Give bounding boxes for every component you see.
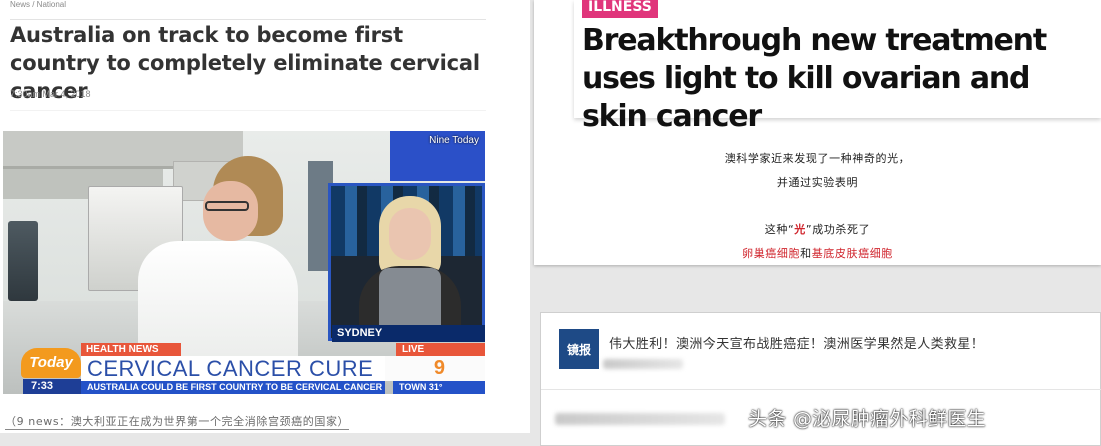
news-anchor-inset xyxy=(328,183,485,341)
location-tag: SYDNEY xyxy=(332,325,485,342)
light-treatment-card: ILLNESS Breakthrough new treatment uses … xyxy=(534,0,1101,265)
blurred-text xyxy=(555,413,725,425)
today-logo: Today xyxy=(21,348,81,378)
treatment-headline[interactable]: Breakthrough new treatment uses light to… xyxy=(582,22,1092,136)
lab-bottle xyxy=(8,221,38,301)
cn-text: ”成功杀死了 xyxy=(805,223,871,236)
clock-time: 7:33 xyxy=(23,379,81,394)
illness-tag[interactable]: ILLNESS xyxy=(582,0,658,18)
scientist-face xyxy=(203,181,258,241)
cn-text-line: 并通过实验表明 xyxy=(776,176,859,189)
highlight-skin: 基底皮肤癌细胞 xyxy=(811,247,893,260)
main-banner: CERVICAL CANCER CURE xyxy=(81,356,385,381)
glasses-icon xyxy=(205,201,249,211)
cn-text-line: 卵巢癌细胞和基底皮肤癌细胞 xyxy=(534,245,1101,261)
breadcrumb[interactable]: News / National xyxy=(10,0,66,9)
live-tag: LIVE xyxy=(396,343,485,356)
cn-text: 和 xyxy=(800,247,812,260)
post-title[interactable]: 伟大胜利！澳洲今天宣布战胜癌症！澳洲医学果然是人类救星！ xyxy=(609,333,984,352)
highlight-light: 光 xyxy=(794,223,806,236)
blurred-meta xyxy=(603,359,683,369)
left-article: News / National Australia on track to be… xyxy=(0,0,530,446)
channel-corner-label: Nine Today xyxy=(429,135,479,146)
divider xyxy=(10,110,486,111)
divider xyxy=(541,389,1101,390)
page-gutter xyxy=(0,433,540,446)
cn-text-line: 澳科学家近来发现了一种神奇的光， xyxy=(724,152,911,165)
anchor-face xyxy=(389,208,431,260)
weather-town: TOWN 31° xyxy=(393,381,485,394)
news-video-frame[interactable]: Nine Today SYDNEY Today 7:33 HEALTH NEWS… xyxy=(3,131,485,394)
image-caption: （9 news：澳大利亚正在成为世界第一个完全消除宫颈癌的国家） xyxy=(5,415,350,430)
nine-logo: 9 xyxy=(385,356,485,381)
cn-text-line: 这种“光”成功杀死了 xyxy=(534,221,1101,237)
divider xyxy=(10,19,486,20)
publisher-logo[interactable]: 镜报 xyxy=(559,329,599,369)
cn-text: 这种“ xyxy=(764,223,795,236)
source-watermark: 头条 @泌尿肿瘤外科鲜医生 xyxy=(748,408,986,430)
lower-third: Today 7:33 HEALTH NEWS LIVE CERVICAL CAN… xyxy=(3,343,485,394)
highlight-ovarian: 卵巢癌细胞 xyxy=(742,247,801,260)
article-timestamp: 7:30am Mar 4, 2018 xyxy=(10,89,91,99)
health-news-tag: HEALTH NEWS xyxy=(81,343,181,356)
sub-banner: AUSTRALIA COULD BE FIRST COUNTRY TO BE C… xyxy=(81,381,385,394)
